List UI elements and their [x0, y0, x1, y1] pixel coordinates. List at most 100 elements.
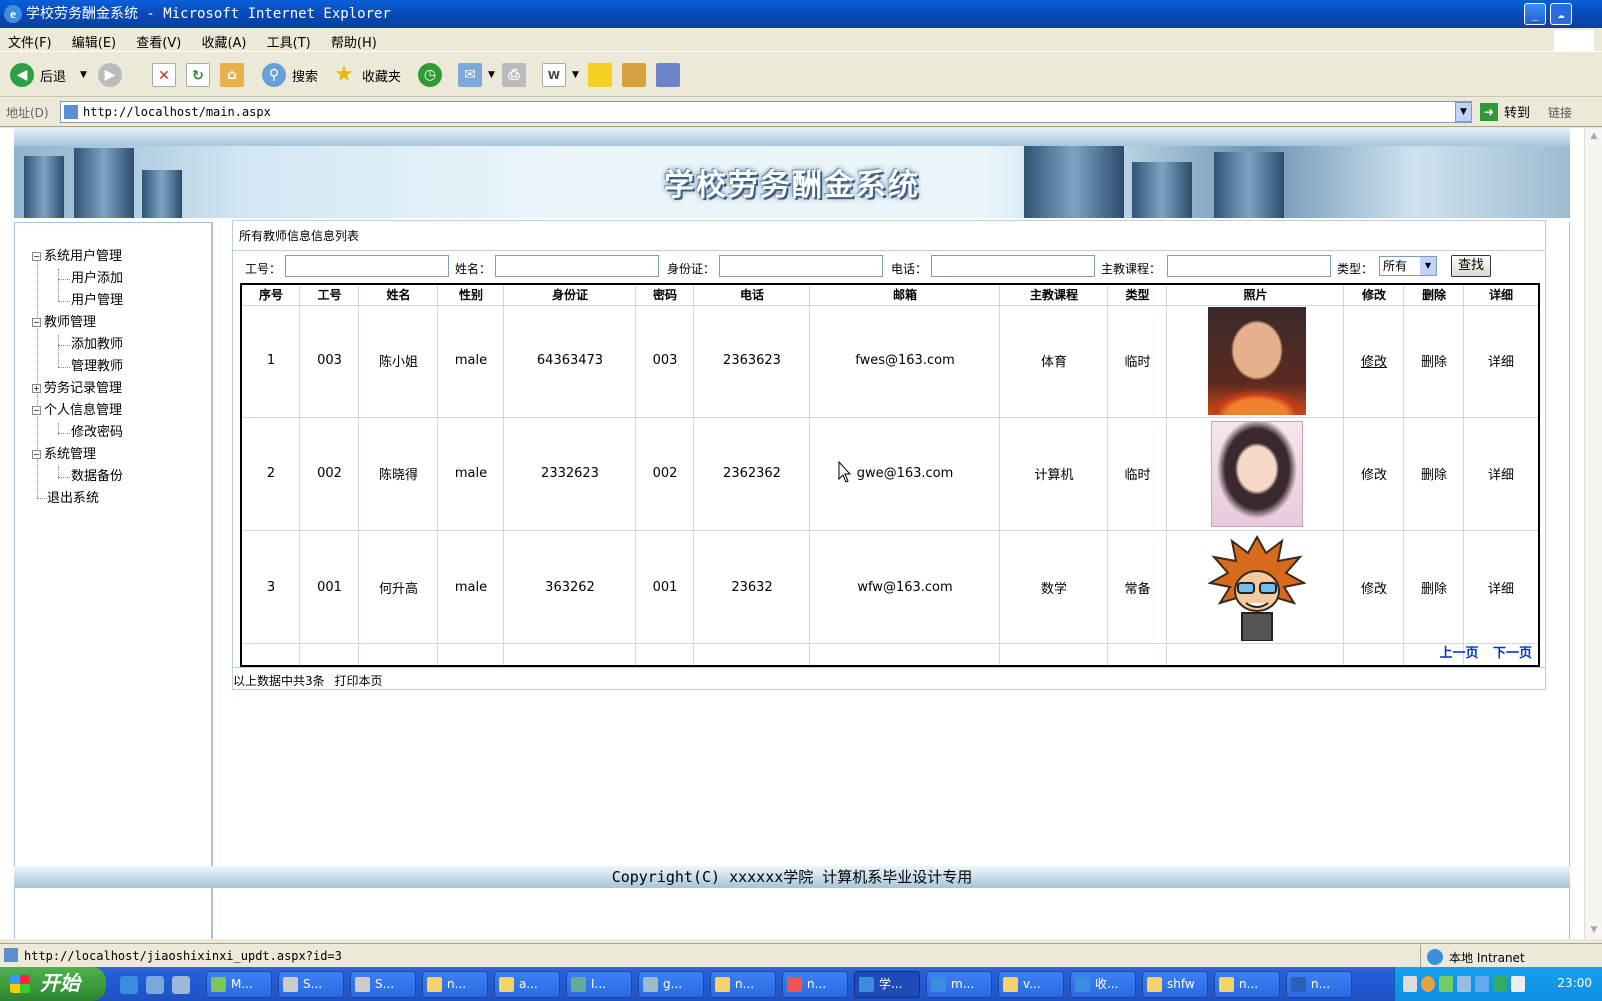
network-icon[interactable] [1439, 976, 1453, 992]
prev-page-link[interactable]: 上一页 [1439, 646, 1478, 661]
desktop-quicklaunch-icon[interactable] [172, 976, 190, 994]
address-input[interactable]: http://localhost/main.aspx [60, 101, 1472, 123]
sidebar-item-manage-teachers[interactable]: 管理教师 [71, 355, 123, 374]
minimize-button[interactable]: _ [1524, 3, 1546, 25]
collapse-icon[interactable]: − [32, 406, 41, 415]
edit-dropdown-icon[interactable]: ▼ [572, 70, 579, 80]
menu-view[interactable]: 查看(V) [128, 28, 189, 52]
scroll-up-icon[interactable]: ▲ [1586, 128, 1602, 145]
back-dropdown-icon[interactable]: ▼ [80, 70, 87, 80]
scroll-down-icon[interactable]: ▼ [1586, 922, 1602, 939]
taskbar-item[interactable]: v... [998, 971, 1064, 998]
tray-app-icon[interactable] [1493, 976, 1507, 992]
edit-button[interactable]: W ▼ [542, 61, 579, 89]
favorites-button[interactable]: ★ 收藏夹 [332, 61, 401, 89]
sidebar-item-add-user[interactable]: 用户添加 [71, 267, 123, 286]
stop-button[interactable]: ✕ [152, 61, 182, 89]
tray-arrow-icon[interactable] [1421, 976, 1435, 992]
search-name-input[interactable] [495, 255, 659, 277]
search-phone-input[interactable] [931, 255, 1095, 277]
taskbar-item[interactable]: n... [710, 971, 776, 998]
sidebar-item-add-teacher[interactable]: 添加教师 [71, 333, 123, 352]
search-id-input[interactable] [285, 255, 449, 277]
delete-link[interactable]: 删除 [1404, 464, 1464, 483]
explorer-quicklaunch-icon[interactable] [146, 976, 164, 994]
vertical-scrollbar[interactable]: ▲ ▼ [1584, 128, 1602, 939]
sidebar-item-change-password[interactable]: 修改密码 [71, 421, 123, 440]
search-button[interactable]: ⚲ 搜索 [262, 61, 318, 89]
taskbar-item[interactable]: S... [278, 971, 344, 998]
sidebar-item-backup[interactable]: 数据备份 [71, 465, 123, 484]
search-idcard-input[interactable] [719, 255, 883, 277]
sidebar-item-logout[interactable]: 退出系统 [47, 487, 99, 506]
delete-link[interactable]: 删除 [1404, 351, 1464, 370]
sidebar-item-teachers[interactable]: − 教师管理 [32, 311, 96, 330]
sidebar-item-labor-records[interactable]: + 劳务记录管理 [32, 377, 122, 396]
keyboard-icon[interactable] [1403, 976, 1417, 992]
menu-tools[interactable]: 工具(T) [259, 28, 319, 52]
taskbar-item[interactable]: shfw [1142, 971, 1208, 998]
mail-button[interactable]: ✉ ▼ [458, 61, 495, 89]
taskbar-item[interactable]: M... [206, 971, 272, 998]
tray-app-icon[interactable] [1457, 976, 1471, 992]
taskbar-item[interactable]: g... [638, 971, 704, 998]
research-button[interactable] [622, 61, 652, 89]
sidebar-item-manage-users[interactable]: 用户管理 [71, 289, 123, 308]
address-dropdown-icon[interactable]: ▼ [1455, 102, 1472, 122]
taskbar-item[interactable]: S... [350, 971, 416, 998]
type-select[interactable]: 所有 ▼ [1379, 256, 1437, 276]
taskbar-item[interactable]: m... [926, 971, 992, 998]
delete-link[interactable]: 删除 [1404, 578, 1464, 597]
taskbar-item[interactable]: n... [1286, 971, 1352, 998]
menu-help[interactable]: 帮助(H) [323, 28, 385, 52]
collapse-icon[interactable]: − [32, 318, 41, 327]
menu-favorites[interactable]: 收藏(A) [193, 28, 254, 52]
print-page-link[interactable]: 打印本页 [334, 674, 382, 688]
home-button[interactable]: ⌂ [220, 61, 250, 89]
taskbar-item-active[interactable]: 学... [854, 971, 920, 998]
detail-link[interactable]: 详细 [1464, 578, 1538, 597]
collapse-icon[interactable]: − [32, 252, 41, 261]
links-button[interactable]: 链接 [1548, 104, 1572, 121]
ie-icon [859, 977, 874, 992]
note-button[interactable] [588, 61, 618, 89]
cell-type: 常备 [1124, 582, 1151, 597]
edit-link[interactable]: 修改 [1344, 464, 1404, 483]
edit-link[interactable]: 修改 [1344, 351, 1404, 370]
building-graphic [1024, 146, 1124, 218]
refresh-button[interactable]: ↻ [186, 61, 216, 89]
search-course-input[interactable] [1167, 255, 1331, 277]
taskbar-item[interactable]: a... [494, 971, 560, 998]
print-button[interactable]: ⎙ [502, 61, 532, 89]
forward-button[interactable]: ▶ [98, 61, 128, 89]
detail-link[interactable]: 详细 [1464, 351, 1538, 370]
sidebar-item-system[interactable]: − 系统管理 [32, 443, 96, 462]
expand-icon[interactable]: + [32, 384, 41, 393]
next-page-link[interactable]: 下一页 [1493, 646, 1532, 661]
taskbar-item[interactable]: n... [422, 971, 488, 998]
menu-file[interactable]: 文件(F) [0, 28, 60, 52]
taskbar-item[interactable]: n... [782, 971, 848, 998]
taskbar-item[interactable]: n... [1214, 971, 1280, 998]
tray-app-icon[interactable] [1511, 976, 1525, 992]
tray-app-icon[interactable] [1475, 976, 1489, 992]
search-button[interactable]: 查找 [1451, 255, 1491, 277]
menu-edit[interactable]: 编辑(E) [64, 28, 124, 52]
ie-quicklaunch-icon[interactable] [120, 976, 138, 994]
cloud-icon[interactable]: ☁ [1550, 3, 1572, 25]
taskbar-item[interactable]: 收... [1070, 971, 1136, 998]
messenger-button[interactable] [656, 61, 686, 89]
sidebar-item-personal-info[interactable]: − 个人信息管理 [32, 399, 122, 418]
taskbar-item[interactable]: I... [566, 971, 632, 998]
back-button[interactable]: ◀ 后退 ▼ [10, 61, 87, 89]
history-button[interactable]: ◷ [418, 61, 448, 89]
mail-dropdown-icon[interactable]: ▼ [488, 70, 495, 80]
taskbar: 开始 M... S... S... n... a... I... g... n.… [0, 967, 1602, 1001]
go-button[interactable]: ➜ 转到 [1480, 102, 1530, 121]
sidebar-item-system-users[interactable]: − 系统用户管理 [32, 245, 122, 264]
detail-link[interactable]: 详细 [1464, 464, 1538, 483]
collapse-icon[interactable]: − [32, 450, 41, 459]
start-button[interactable]: 开始 [0, 967, 106, 1001]
tree-line [58, 301, 70, 302]
edit-link[interactable]: 修改 [1344, 578, 1404, 597]
